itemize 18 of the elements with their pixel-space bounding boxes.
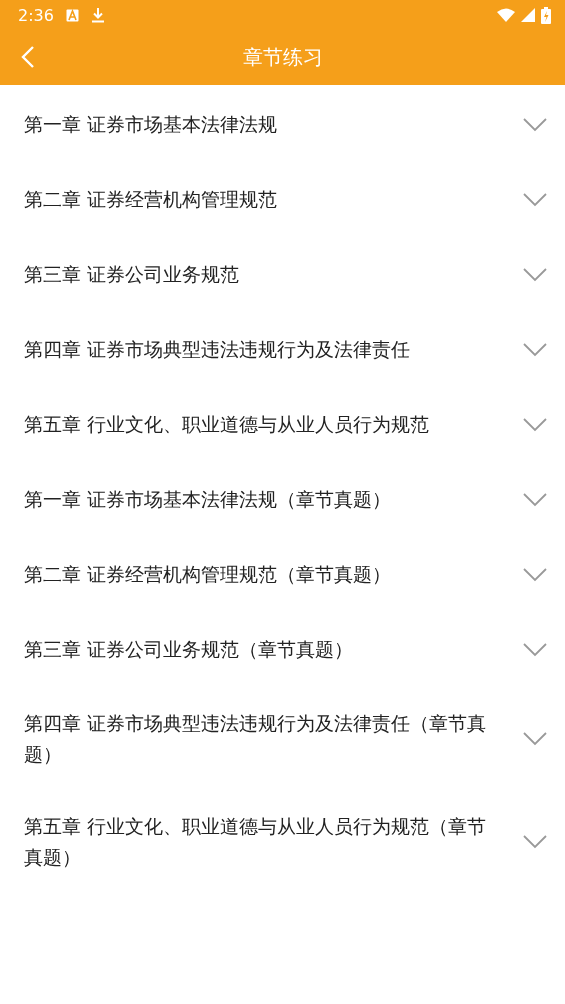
chapter-item[interactable]: 第四章 证券市场典型违法违规行为及法律责任（章节真题） xyxy=(0,687,565,790)
chapter-item[interactable]: 第二章 证券经营机构管理规范（章节真题） xyxy=(0,537,565,612)
status-time: 2:36 xyxy=(18,5,54,25)
page-title: 章节练习 xyxy=(242,44,323,71)
download-icon xyxy=(90,7,105,23)
signal-icon xyxy=(521,8,535,22)
chapter-item[interactable]: 第三章 证券公司业务规范（章节真题） xyxy=(0,612,565,687)
chapter-item[interactable]: 第一章 证券市场基本法律法规 xyxy=(0,87,565,162)
chapter-item[interactable]: 第五章 行业文化、职业道德与从业人员行为规范 xyxy=(0,387,565,462)
chapter-item[interactable]: 第二章 证券经营机构管理规范 xyxy=(0,162,565,237)
chapter-item[interactable]: 第一章 证券市场基本法律法规（章节真题） xyxy=(0,462,565,537)
back-icon xyxy=(21,45,35,69)
font-icon xyxy=(65,8,79,22)
chapter-item[interactable]: 第三章 证券公司业务规范 xyxy=(0,237,565,312)
chapter-item[interactable]: 第四章 证券市场典型违法违规行为及法律责任 xyxy=(0,312,565,387)
battery-icon xyxy=(541,6,551,24)
wifi-icon xyxy=(497,8,515,22)
chapter-item[interactable]: 第五章 行业文化、职业道德与从业人员行为规范（章节真题） xyxy=(0,790,565,893)
